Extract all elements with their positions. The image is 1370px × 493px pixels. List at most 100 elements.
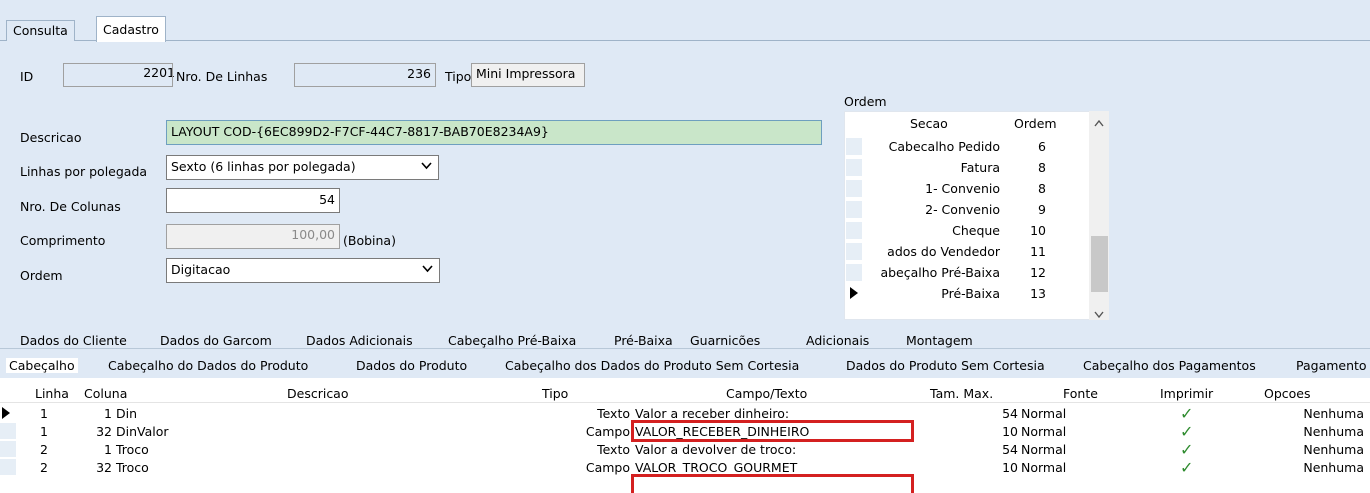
- tab-adicionais[interactable]: Adicionais: [806, 333, 869, 348]
- ordem-row-ordem: 10: [1030, 223, 1046, 238]
- linhas-polegada-label: Linhas por polegada: [20, 164, 148, 179]
- ordem-row[interactable]: Cheque 10: [846, 221, 1086, 240]
- grid-col-imprimir[interactable]: Imprimir: [1160, 386, 1213, 401]
- row-indicator: [0, 459, 16, 475]
- descricao-input[interactable]: LAYOUT COD-{6EC899D2-F7CF-44C7-8817-BAB7…: [166, 120, 822, 145]
- ordem-row-secao: 2- Convenio: [925, 202, 1000, 217]
- tab-dados-produto[interactable]: Dados do Produto: [356, 358, 467, 373]
- cell-descricao: Din: [116, 406, 138, 421]
- cell-coluna: 32: [96, 460, 112, 475]
- comprimento-label: Comprimento: [20, 233, 106, 248]
- tab-cabecalho-pre-baixa[interactable]: Cabeçalho Pré-Baixa: [448, 333, 576, 348]
- cell-opcoes: Nenhuma: [1303, 442, 1364, 457]
- row-indicator: [846, 180, 862, 197]
- grid-col-linha[interactable]: Linha: [35, 386, 69, 401]
- row-indicator: [0, 423, 16, 439]
- row-indicator: [846, 243, 862, 260]
- linhas-polegada-select[interactable]: Sexto (6 linhas por polegada): [166, 155, 439, 180]
- ordem-row[interactable]: 1- Convenio 8: [846, 179, 1086, 198]
- cell-campo: Valor a devolver de troco:: [635, 442, 797, 457]
- id-field-box: [63, 63, 173, 87]
- cell-linha: 2: [40, 442, 48, 457]
- tab-cabecalho[interactable]: Cabeçalho: [6, 358, 78, 373]
- ordem-row[interactable]: Fatura 8: [846, 158, 1086, 177]
- ordem-row-ordem: 13: [1030, 286, 1046, 301]
- tab-montagem[interactable]: Montagem: [906, 333, 973, 348]
- ordem-label: Ordem: [20, 268, 63, 283]
- table-row[interactable]: 2 1 Troco Texto Valor a devolver de troc…: [0, 441, 1370, 458]
- ordem-select[interactable]: Digitacao: [166, 258, 440, 283]
- grid-col-fonte[interactable]: Fonte: [1063, 386, 1098, 401]
- row-indicator: [846, 138, 862, 155]
- grid-col-tipo[interactable]: Tipo: [542, 386, 568, 401]
- highlight-box: [631, 420, 914, 442]
- nro-linhas-field: 236: [294, 63, 436, 87]
- cell-tipo: Campo: [585, 424, 630, 439]
- tab-cadastro[interactable]: Cadastro: [96, 16, 166, 42]
- scrollbar-thumb[interactable]: [1091, 236, 1108, 292]
- section-tabs-row2: Cabeçalho Cabeçalho do Dados do Produto …: [0, 348, 1370, 378]
- tab-dados-cliente[interactable]: Dados do Cliente: [20, 333, 127, 348]
- ordem-row[interactable]: Cabecalho Pedido 6: [846, 137, 1086, 156]
- tab-dados-adicionais[interactable]: Dados Adicionais: [306, 333, 413, 348]
- ordem-row-ordem: 8: [1038, 160, 1046, 175]
- ordem-row-secao: abeçalho Pré-Baixa: [880, 265, 1000, 280]
- chevron-down-icon: [421, 159, 432, 173]
- cell-tipo: Texto: [597, 442, 630, 457]
- tab-cabecalho-dados-produto[interactable]: Cabeçalho do Dados do Produto: [108, 358, 308, 373]
- row-indicator: [0, 441, 16, 457]
- cell-coluna: 32: [96, 424, 112, 439]
- cell-linha: 1: [40, 406, 48, 421]
- ordem-row-current[interactable]: Pré-Baixa 13: [846, 284, 1086, 303]
- scroll-down-icon[interactable]: [1094, 306, 1104, 321]
- tab-dados-produto-sem-cortesia[interactable]: Dados do Produto Sem Cortesia: [846, 358, 1045, 373]
- ordem-row[interactable]: abeçalho Pré-Baixa 12: [846, 263, 1086, 282]
- tab-guarnicoes[interactable]: Guarnicões: [690, 333, 760, 348]
- tab-consulta[interactable]: Consulta: [6, 20, 75, 41]
- cell-tam: 10: [1002, 424, 1018, 439]
- tab-strip: [0, 40, 1370, 41]
- cell-tipo: Campo: [585, 460, 630, 475]
- row-indicator: [846, 264, 862, 281]
- checkmark-icon[interactable]: ✓: [1180, 460, 1193, 476]
- ordem-row-secao: Cheque: [952, 223, 1000, 238]
- comprimento-field: 100,00: [166, 224, 340, 249]
- grid-col-tam-max[interactable]: Tam. Max.: [930, 386, 993, 401]
- cell-fonte: Normal: [1021, 442, 1067, 457]
- row-indicator: [846, 222, 862, 239]
- ordem-row[interactable]: 2- Convenio 9: [846, 200, 1086, 219]
- cell-tam: 10: [1002, 460, 1018, 475]
- cell-tam: 54: [1002, 406, 1018, 421]
- cell-campo: VALOR_TROCO_GOURMET: [635, 460, 798, 475]
- checkmark-icon[interactable]: ✓: [1180, 442, 1193, 458]
- cell-tam: 54: [1002, 442, 1018, 457]
- cell-descricao: Troco: [116, 442, 149, 457]
- tipo-label: Tipo: [445, 69, 472, 84]
- grid-col-coluna[interactable]: Coluna: [84, 386, 127, 401]
- checkmark-icon[interactable]: ✓: [1180, 424, 1193, 440]
- cell-coluna: 1: [104, 442, 112, 457]
- grid-col-campo[interactable]: Campo/Texto: [726, 386, 807, 401]
- ordem-row-ordem: 8: [1038, 181, 1046, 196]
- checkmark-icon[interactable]: ✓: [1180, 406, 1193, 422]
- highlight-box: [631, 474, 914, 493]
- grid-col-descricao[interactable]: Descricao: [287, 386, 349, 401]
- ordem-row-ordem: 9: [1038, 202, 1046, 217]
- cell-tipo: Texto: [597, 406, 630, 421]
- scroll-up-icon[interactable]: [1094, 115, 1104, 130]
- ordem-row[interactable]: ados do Vendedor 11: [846, 242, 1086, 261]
- grid-col-opcoes[interactable]: Opcoes: [1264, 386, 1311, 401]
- cell-linha: 1: [40, 424, 48, 439]
- tab-pre-baixa[interactable]: Pré-Baixa: [614, 333, 673, 348]
- descricao-label: Descricao: [20, 130, 82, 145]
- tab-pagamento[interactable]: Pagamento: [1296, 358, 1367, 373]
- nro-colunas-input[interactable]: 54: [166, 188, 340, 213]
- nro-linhas-label: Nro. De Linhas: [176, 69, 268, 84]
- current-row-arrow-icon: [850, 287, 858, 302]
- tab-cabecalho-dados-produto-sem-cortesia[interactable]: Cabeçalho dos Dados do Produto Sem Corte…: [505, 358, 799, 373]
- tab-dados-garcom[interactable]: Dados do Garcom: [160, 333, 272, 348]
- tab-cabecalho-pagamentos[interactable]: Cabeçalho dos Pagamentos: [1083, 358, 1256, 373]
- cell-opcoes: Nenhuma: [1303, 406, 1364, 421]
- row-indicator: [846, 201, 862, 218]
- ordem-row-secao: Fatura: [960, 160, 1000, 175]
